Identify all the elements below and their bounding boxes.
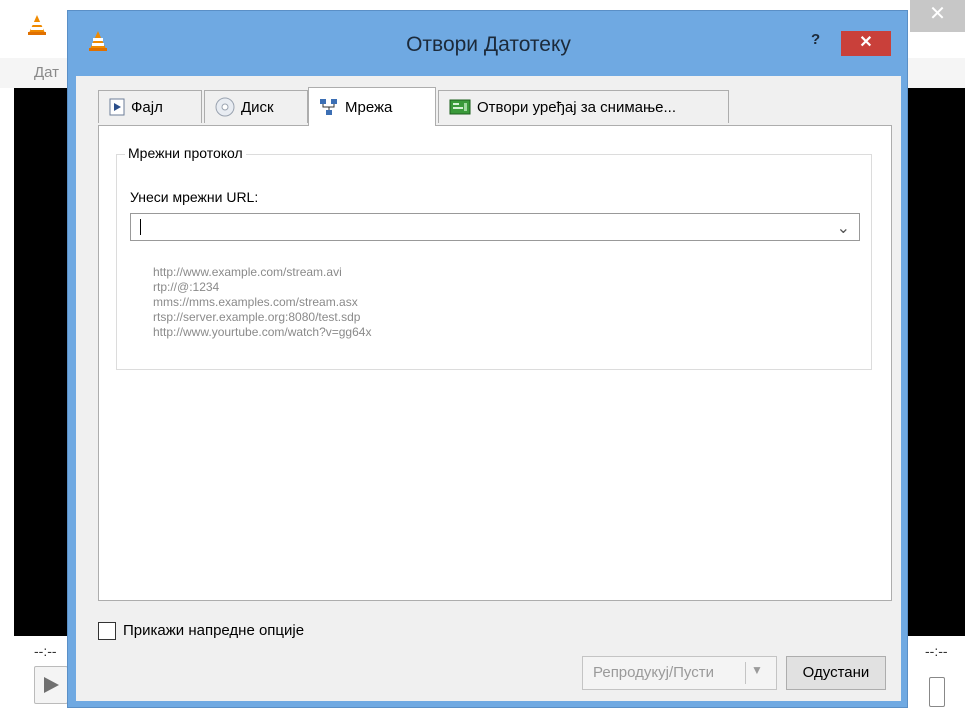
fullscreen-button[interactable] <box>929 677 945 707</box>
dialog-close-button[interactable]: ✕ <box>841 31 891 56</box>
play-icon <box>44 677 59 693</box>
capture-device-icon <box>449 98 471 116</box>
play-button[interactable]: Репродукуј/Пусти ▼ <box>582 656 777 690</box>
dialog-title: Отвори Датотеку <box>406 33 571 56</box>
vlc-cone-icon <box>26 14 48 39</box>
main-window-close-button[interactable]: ✕ <box>910 0 965 32</box>
tab-capture-device-label: Отвори уређај за снимање... <box>477 98 677 116</box>
tab-disc[interactable]: Диск <box>204 90 308 123</box>
disc-icon <box>215 97 235 117</box>
network-url-input[interactable]: ⌄ <box>130 213 860 241</box>
network-protocol-group: Мрежни протокол Унеси мрежни URL: ⌄ http… <box>116 145 872 370</box>
chevron-down-icon[interactable]: ⌄ <box>837 218 850 238</box>
advanced-options-label[interactable]: Прикажи напредне опције <box>123 622 304 639</box>
network-tab-pane: Мрежни протокол Унеси мрежни URL: ⌄ http… <box>98 125 892 601</box>
tab-capture-device[interactable]: Отвори уређај за снимање... <box>438 90 729 123</box>
tab-file-label: Фајл <box>131 98 163 116</box>
total-time: --:-- <box>925 643 948 659</box>
example-url: http://www.yourtube.com/watch?v=gg64x <box>153 325 372 339</box>
tab-network-label: Мрежа <box>345 98 393 116</box>
elapsed-time: --:-- <box>34 643 57 659</box>
file-media-icon <box>109 98 125 116</box>
play-control-button[interactable] <box>34 666 68 704</box>
network-icon <box>319 98 339 116</box>
example-url: rtsp://server.example.org:8080/test.sdp <box>153 310 361 324</box>
tab-file[interactable]: Фајл <box>98 90 202 123</box>
help-button[interactable]: ? <box>811 31 820 48</box>
play-button-label: Репродукуј/Пусти <box>593 664 715 681</box>
menu-item-media[interactable]: Дат <box>34 64 59 81</box>
dialog-client-area: Фајл Диск Мрежа Отвори уређај за снимање… <box>76 76 901 701</box>
open-media-dialog: Отвори Датотеку ? ✕ Фајл Диск Мрежа Отво… <box>67 10 908 708</box>
tab-disc-label: Диск <box>241 98 274 116</box>
cancel-button[interactable]: Одустани <box>786 656 886 690</box>
tab-network[interactable]: Мрежа <box>308 87 436 126</box>
advanced-options-checkbox[interactable] <box>98 622 116 640</box>
url-examples: http://www.example.com/stream.avi rtp://… <box>153 265 371 340</box>
url-label: Унеси мрежни URL: <box>130 189 259 205</box>
text-caret <box>140 219 141 235</box>
example-url: http://www.example.com/stream.avi <box>153 265 342 279</box>
example-url: rtp://@:1234 <box>153 280 220 294</box>
button-separator <box>745 662 746 684</box>
example-url: mms://mms.examples.com/stream.asx <box>153 295 358 309</box>
dropdown-arrow-icon[interactable]: ▼ <box>751 663 763 677</box>
group-title: Мрежни протокол <box>125 145 246 161</box>
